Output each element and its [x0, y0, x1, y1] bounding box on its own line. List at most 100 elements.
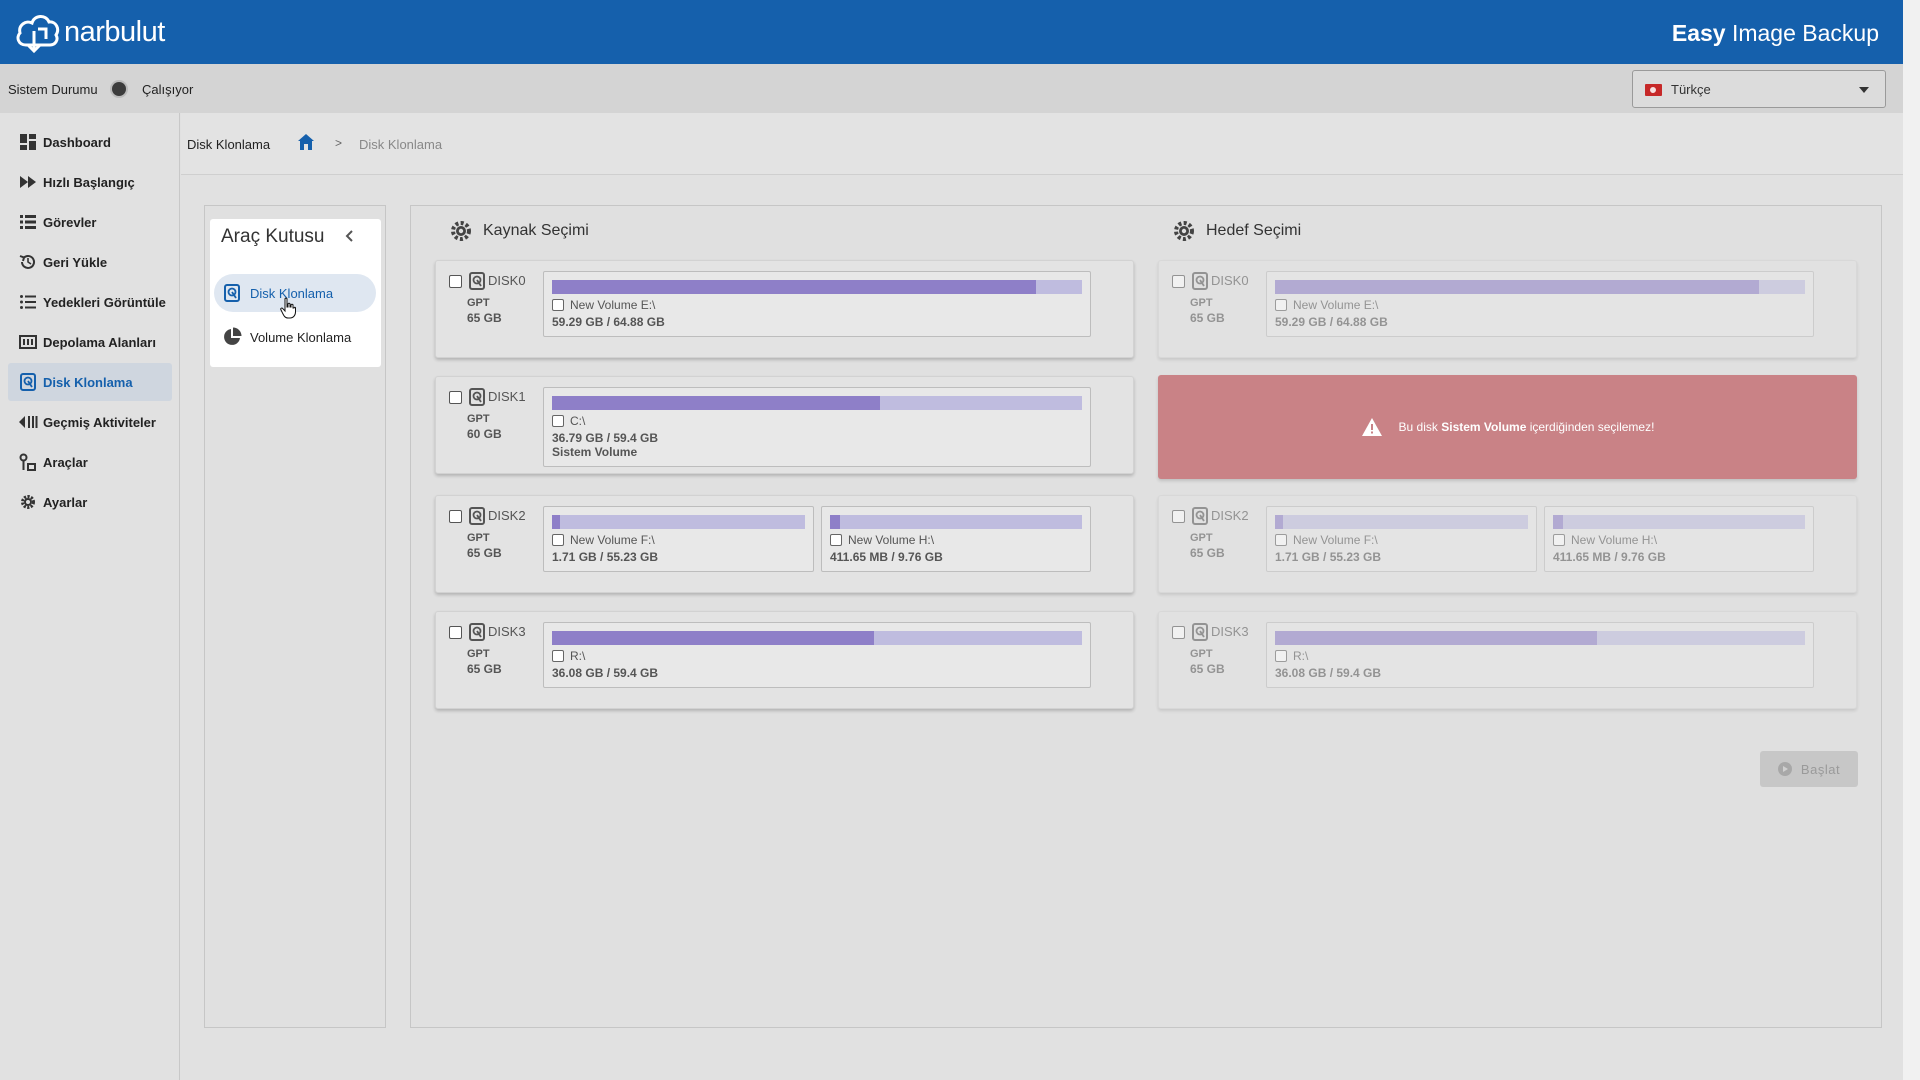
volume-checkbox[interactable]: [552, 650, 564, 662]
volume-label: New Volume E:\: [1293, 298, 1379, 312]
volume-checkbox[interactable]: [1275, 650, 1287, 662]
volume-label: New Volume F:\: [1293, 533, 1378, 547]
sidebar: Dashboard Hızlı Başlangıç Görevler Geri …: [0, 113, 180, 1080]
volume-checkbox[interactable]: [1275, 299, 1287, 311]
sidebar-item-storage[interactable]: Depolama Alanları: [8, 323, 172, 361]
volume-usage-bar: [552, 396, 1082, 410]
volume-checkbox[interactable]: [1553, 534, 1565, 546]
disk-checkbox[interactable]: [449, 275, 462, 288]
target-title-text: Hedef Seçimi: [1206, 222, 1302, 239]
disk-type: GPT: [467, 297, 490, 309]
sidebar-item-disk-cloning[interactable]: Disk Klonlama: [8, 363, 172, 401]
target-disk-card[interactable]: DISK3 GPT 65 GB R:\ 36.08 GB / 59.4 GB: [1158, 611, 1857, 709]
volume-usage-bar: [830, 515, 1082, 529]
volume-label: New Volume E:\: [570, 298, 656, 312]
volume-checkbox[interactable]: [1275, 534, 1287, 546]
history-icon: [18, 412, 38, 432]
volume-usage-bar: [1275, 631, 1805, 645]
dashboard-icon: [18, 132, 38, 152]
disk-checkbox[interactable]: [1172, 510, 1185, 523]
disk-type: GPT: [1190, 532, 1213, 544]
chevron-left-icon[interactable]: [344, 229, 356, 248]
target-disk-card[interactable]: DISK0 GPT 65 GB New Volume E:\ 59.29 GB …: [1158, 260, 1857, 358]
breadcrumb: Disk Klonlama > Disk Klonlama: [181, 113, 1903, 175]
storage-icon: [18, 332, 38, 352]
disk-icon: [222, 283, 242, 303]
volume-label: R:\: [570, 649, 586, 663]
sidebar-item-label: Hızlı Başlangıç: [43, 174, 135, 190]
volume-usage: 36.79 GB / 59.4 GB: [552, 431, 659, 445]
volume-usage: 411.65 MB / 9.76 GB: [1553, 550, 1666, 564]
disk-checkbox[interactable]: [449, 510, 462, 523]
volume-checkbox[interactable]: [552, 534, 564, 546]
volume-usage-fill: [552, 396, 881, 410]
alert-text-bold: Sistem Volume: [1441, 420, 1527, 434]
volume-box: R:\ 36.08 GB / 59.4 GB: [1266, 622, 1814, 688]
disk-size: 65 GB: [467, 546, 502, 560]
disk-name: DISK3: [488, 624, 526, 639]
system-volume-alert: Bu disk Sistem Volume içerdiğinden seçil…: [1158, 375, 1857, 479]
disk-name: DISK2: [488, 508, 526, 523]
disk-size: 65 GB: [1190, 546, 1225, 560]
volume-checkbox[interactable]: [830, 534, 842, 546]
sidebar-item-dashboard[interactable]: Dashboard: [8, 123, 172, 161]
page-title: Disk Klonlama: [187, 137, 271, 152]
start-button-label: Başlat: [1800, 761, 1841, 777]
source-disk-card[interactable]: DISK3 GPT 65 GB R:\ 36.08 GB / 59.4 GB: [435, 611, 1134, 709]
volume-label: New Volume H:\: [1571, 533, 1658, 547]
sidebar-item-tasks[interactable]: Görevler: [8, 203, 172, 241]
volume-box: R:\ 36.08 GB / 59.4 GB: [543, 622, 1091, 688]
disk-icon: [469, 272, 485, 295]
status-label: Sistem Durumu: [8, 82, 98, 97]
system-volume-label: Sistem Volume: [552, 445, 638, 459]
disk-icon: [1192, 272, 1208, 295]
status-indicator: [112, 82, 126, 96]
volume-checkbox[interactable]: [552, 415, 564, 427]
volume-usage-bar: [552, 515, 805, 529]
target-disk-card[interactable]: DISK2 GPT 65 GB New Volume F:\ 1.71 GB /…: [1158, 495, 1857, 593]
sidebar-item-view-backups[interactable]: Yedekleri Görüntüle: [8, 283, 172, 321]
disk-checkbox[interactable]: [449, 626, 462, 639]
sidebar-item-settings[interactable]: Ayarlar: [8, 483, 172, 521]
tools-icon: [18, 452, 38, 472]
sidebar-item-restore[interactable]: Geri Yükle: [8, 243, 172, 281]
volume-usage-fill: [552, 280, 1037, 294]
mouse-cursor-icon: [280, 297, 296, 324]
volume-label: New Volume F:\: [570, 533, 655, 547]
source-disk-card[interactable]: DISK0 GPT 65 GB New Volume E:\ 59.29 GB …: [435, 260, 1134, 358]
sidebar-item-label: Geçmiş Aktiviteler: [43, 414, 156, 430]
volume-usage-fill: [552, 515, 560, 529]
sidebar-item-label: Araçlar: [43, 454, 88, 470]
sidebar-item-history[interactable]: Geçmiş Aktiviteler: [8, 403, 172, 441]
alert-text-suffix: içerdiğinden seçilemez!: [1526, 420, 1655, 434]
sidebar-item-tools[interactable]: Araçlar: [8, 443, 172, 481]
volume-usage-fill: [1275, 631, 1597, 645]
alert-text-prefix: Bu disk: [1398, 420, 1442, 434]
start-button[interactable]: Başlat: [1760, 751, 1858, 787]
volume-usage-fill: [552, 631, 874, 645]
disk-checkbox[interactable]: [1172, 275, 1185, 288]
home-icon[interactable]: [297, 133, 315, 156]
sidebar-item-quick-start[interactable]: Hızlı Başlangıç: [8, 163, 172, 201]
volume-checkbox[interactable]: [552, 299, 564, 311]
disk-name: DISK1: [488, 389, 526, 404]
volume-usage: 411.65 MB / 9.76 GB: [830, 550, 943, 564]
disk-icon: [1192, 507, 1208, 530]
volume-usage-fill: [830, 515, 841, 529]
breadcrumb-current: Disk Klonlama: [359, 137, 443, 152]
volume-box: C:\ 36.79 GB / 59.4 GB Sistem Volume: [543, 387, 1091, 467]
sidebar-item-label: Ayarlar: [43, 494, 88, 510]
disk-type: GPT: [467, 648, 490, 660]
source-disk-card[interactable]: DISK2 GPT 65 GB New Volume F:\ 1.71 GB /…: [435, 495, 1134, 593]
disk-size: 65 GB: [1190, 662, 1225, 676]
volume-usage-bar: [1553, 515, 1805, 529]
language-select[interactable]: Türkçe: [1632, 70, 1886, 108]
disk-name: DISK0: [1211, 273, 1249, 288]
disk-checkbox[interactable]: [449, 391, 462, 404]
volume-usage-fill: [1275, 280, 1760, 294]
disk-checkbox[interactable]: [1172, 626, 1185, 639]
scrollbar[interactable]: [1903, 0, 1920, 1080]
restore-icon: [18, 252, 38, 272]
source-disk-card[interactable]: DISK1 GPT 60 GB C:\ 36.79 GB / 59.4 GB S…: [435, 376, 1134, 474]
sidebar-item-label: Yedekleri Görüntüle: [43, 294, 166, 310]
